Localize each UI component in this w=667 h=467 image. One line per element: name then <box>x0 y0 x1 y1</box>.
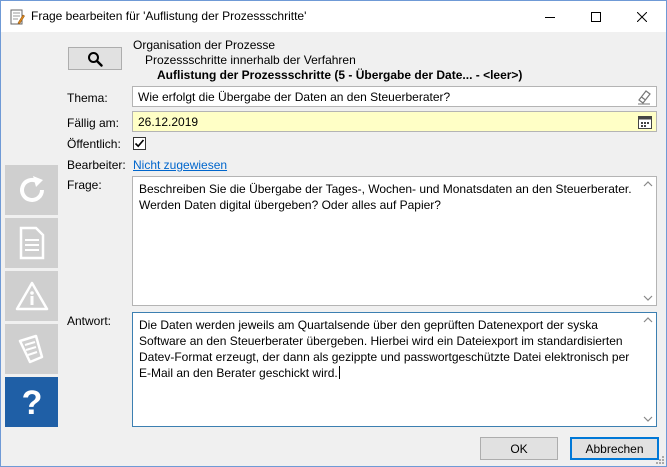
thema-input[interactable]: Wie erfolgt die Übergabe der Daten an de… <box>132 86 657 107</box>
sidebar-help-button[interactable]: ? <box>5 377 58 427</box>
frage-label: Frage: <box>67 178 102 192</box>
ok-button[interactable]: OK <box>480 437 558 460</box>
text-caret <box>338 366 340 379</box>
bearbeiter-label: Bearbeiter: <box>67 158 126 172</box>
antwort-scrollbar[interactable] <box>640 313 656 426</box>
calendar-icon[interactable] <box>638 115 652 129</box>
search-button[interactable] <box>68 47 122 70</box>
thema-label: Thema: <box>67 91 108 105</box>
resize-grip-icon[interactable] <box>654 454 664 464</box>
note-icon <box>18 334 43 364</box>
scroll-up-icon[interactable] <box>643 179 653 189</box>
dialog-content: Organisation der Prozesse Prozessschritt… <box>1 32 666 466</box>
scroll-down-icon[interactable] <box>643 414 653 424</box>
breadcrumb-level1: Organisation der Prozesse <box>133 38 276 52</box>
svg-text:?: ? <box>21 384 42 420</box>
document-icon <box>19 226 44 260</box>
thema-value: Wie erfolgt die Übergabe der Daten an de… <box>138 90 451 104</box>
scroll-down-icon[interactable] <box>643 293 653 303</box>
breadcrumb-level2: Prozessschritte innerhalb der Verfahren <box>145 53 356 67</box>
dialog-window: Frage bearbeiten für 'Auflistung der Pro… <box>0 0 667 467</box>
frage-textarea[interactable]: Beschreiben Sie die Übergabe der Tages-,… <box>132 176 657 306</box>
antwort-textarea[interactable]: Die Daten werden jeweils am Quartalsende… <box>132 312 657 427</box>
eraser-icon[interactable] <box>636 89 652 105</box>
scroll-up-icon[interactable] <box>643 315 653 325</box>
antwort-text: Die Daten werden jeweils am Quartalsende… <box>139 318 633 380</box>
sidebar-warning-button[interactable] <box>5 271 58 321</box>
close-button[interactable] <box>619 1 665 32</box>
close-icon <box>637 11 647 22</box>
minimize-button[interactable] <box>527 1 573 32</box>
title-bar[interactable]: Frage bearbeiten für 'Auflistung der Pro… <box>1 1 666 32</box>
minimize-icon <box>545 16 555 18</box>
sidebar-note-button[interactable] <box>5 324 58 374</box>
antwort-label: Antwort: <box>67 314 112 328</box>
maximize-button[interactable] <box>573 1 619 32</box>
frage-text: Beschreiben Sie die Übergabe der Tages-,… <box>139 182 632 212</box>
faellig-label: Fällig am: <box>67 116 120 130</box>
breadcrumb-level3: Auflistung der Prozessschritte (5 - Über… <box>157 68 523 82</box>
faellig-date-input[interactable]: 26.12.2019 <box>132 111 657 132</box>
window-title: Frage bearbeiten für 'Auflistung der Pro… <box>31 9 307 23</box>
warning-icon <box>15 281 48 311</box>
maximize-icon <box>591 11 601 22</box>
cancel-button[interactable]: Abbrechen <box>570 437 659 460</box>
faellig-value: 26.12.2019 <box>138 115 199 129</box>
sidebar-refresh-button[interactable] <box>5 165 58 215</box>
oeffentlich-label: Öffentlich: <box>67 137 121 151</box>
checkmark-icon <box>134 139 145 148</box>
bearbeiter-link[interactable]: Nicht zugewiesen <box>133 158 227 172</box>
edit-document-icon <box>10 9 25 25</box>
refresh-icon <box>19 176 44 202</box>
oeffentlich-checkbox[interactable] <box>133 137 146 150</box>
frage-scrollbar[interactable] <box>640 177 656 305</box>
search-icon <box>88 51 103 67</box>
help-icon: ? <box>21 384 42 420</box>
sidebar-document-button[interactable] <box>5 218 58 268</box>
